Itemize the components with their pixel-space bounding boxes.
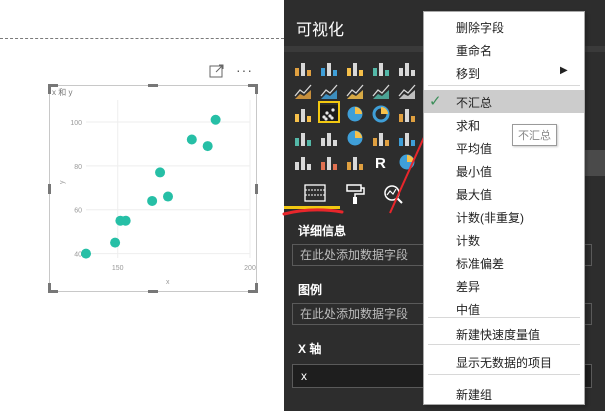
scatter-point[interactable] (110, 237, 121, 248)
menu-item-4[interactable]: 求和 (424, 113, 584, 136)
menu-item-15[interactable]: 新建组 (424, 382, 584, 405)
menu-item-8[interactable]: 计数(非重复) (424, 205, 584, 228)
funnel-icon[interactable] (318, 127, 340, 149)
menu-item-label: 求和 (456, 119, 481, 133)
card-icon[interactable] (370, 127, 392, 149)
pane-edge-strip (585, 150, 605, 176)
menu-item-label: 差异 (456, 280, 481, 294)
waterfall-icon[interactable] (292, 103, 314, 125)
menu-item-5[interactable]: 平均值 (424, 136, 584, 159)
menu-item-label: 重命名 (456, 44, 493, 58)
menu-item-label: 计数 (456, 234, 481, 248)
scatter-point[interactable] (202, 141, 213, 152)
scatter-point[interactable] (163, 191, 173, 202)
menu-separator (428, 317, 580, 318)
line-chart-icon[interactable] (292, 80, 314, 102)
clustered-bar-icon[interactable] (344, 57, 366, 79)
tooltip: 不汇总 (512, 124, 557, 146)
multirow-card-icon[interactable] (396, 127, 418, 149)
chart-points (81, 114, 221, 259)
field-context-menu: 删除字段重命名移到 ▶ 不汇总 ✓ 求和平均值最小值最大值计数(非重复) 计数标准偏差差异… (423, 11, 585, 405)
pane-title: 可视化 (296, 22, 345, 39)
menu-separator (428, 344, 580, 345)
menu-item-label: 平均值 (456, 142, 493, 156)
report-canvas: ··· x 和 y 40 60 80 100 150 200 y x (0, 0, 284, 411)
stacked-area-icon[interactable] (344, 80, 366, 102)
menu-item-9[interactable]: 计数 (424, 228, 584, 251)
menu-item-10[interactable]: 标准偏差 (424, 251, 584, 274)
treemap-icon[interactable] (396, 103, 418, 125)
menu-item-label: 移到 (456, 67, 481, 81)
menu-item-label: 计数(非重复) (456, 211, 524, 225)
focus-mode-icon[interactable] (209, 64, 225, 78)
menu-item-label: 显示无数据的项目 (456, 356, 553, 370)
pie-chart-icon[interactable] (344, 103, 366, 125)
menu-item-label: 最小值 (456, 165, 493, 179)
100pct-bar-icon[interactable] (396, 57, 418, 79)
svg-text:R: R (375, 155, 386, 171)
scatter-chart: x 和 y 40 60 80 100 150 200 y x (52, 88, 256, 286)
y-axis-label: y (59, 180, 66, 184)
filled-map-icon[interactable] (292, 127, 314, 149)
scatter-point[interactable] (155, 167, 166, 178)
y-tick-label: 60 (74, 208, 82, 215)
menu-item-label: 中值 (456, 303, 481, 317)
donut-chart-icon[interactable] (370, 103, 392, 125)
x-tick-label: 200 (244, 265, 256, 272)
menu-item-label: 新建组 (456, 388, 493, 402)
menu-item-0[interactable]: 删除字段 (424, 15, 584, 38)
y-tick-label: 100 (70, 120, 82, 127)
matrix-icon[interactable] (344, 151, 366, 173)
menu-item-label: 标准偏差 (456, 257, 505, 271)
menu-item-11[interactable]: 差异 (424, 274, 584, 297)
menu-item-label: 不汇总 (456, 96, 493, 110)
r-visual-icon[interactable]: R (370, 151, 392, 173)
xaxis-well-label: X 轴 (298, 342, 322, 356)
gauge-icon[interactable] (344, 127, 366, 149)
details-well-label: 详细信息 (298, 224, 347, 238)
scatter-point[interactable] (120, 215, 131, 226)
y-tick-label: 80 (74, 164, 82, 171)
stacked-bar-icon[interactable] (292, 57, 314, 79)
menu-item-13[interactable]: 新建快速度量值 (424, 322, 584, 345)
slicer-icon[interactable] (292, 151, 314, 173)
x-axis-label: x (166, 279, 170, 286)
menu-item-6[interactable]: 最小值 (424, 159, 584, 182)
menu-separator (428, 85, 580, 86)
scatter-point[interactable] (81, 248, 91, 259)
table-icon[interactable] (318, 151, 340, 173)
format-paintroller-icon[interactable] (344, 183, 366, 205)
active-tab-underline (284, 206, 340, 209)
checkmark-icon: ✓ (429, 93, 442, 110)
legend-well-label: 图例 (298, 283, 323, 297)
scatter-point[interactable] (147, 195, 158, 206)
line-clustered-icon[interactable] (396, 80, 418, 102)
menu-item-label: 新建快速度量值 (456, 328, 541, 342)
menu-separator (428, 374, 580, 375)
x-tick-label: 150 (112, 265, 124, 272)
menu-item-3[interactable]: 不汇总 ✓ (424, 90, 584, 113)
clustered-column-icon[interactable] (370, 57, 392, 79)
menu-item-1[interactable]: 重命名 (424, 38, 584, 61)
fields-tab-icon[interactable] (304, 183, 326, 203)
analytics-magnifier-icon[interactable] (382, 183, 404, 205)
area-chart-icon[interactable] (318, 80, 340, 102)
scatter-point[interactable] (186, 134, 197, 145)
menu-item-label: 删除字段 (456, 21, 505, 35)
menu-item-label: 最大值 (456, 188, 493, 202)
page-boundary-line (0, 38, 284, 39)
chart-title: x 和 y (52, 88, 72, 97)
menu-item-14[interactable]: 显示无数据的项目 (424, 350, 584, 373)
menu-item-2[interactable]: 移到 ▶ (424, 61, 584, 84)
stacked-column-icon[interactable] (318, 57, 340, 79)
chart-grid (86, 100, 251, 258)
globe-icon[interactable] (396, 151, 418, 173)
submenu-arrow-icon: ▶ (560, 65, 568, 76)
selected-scatter-visual-icon[interactable] (318, 101, 340, 123)
scatter-point[interactable] (210, 114, 221, 125)
y-tick-label: 40 (74, 252, 82, 259)
line-column-icon[interactable] (370, 80, 392, 102)
menu-item-7[interactable]: 最大值 (424, 182, 584, 205)
more-options-icon[interactable]: ··· (236, 62, 253, 78)
